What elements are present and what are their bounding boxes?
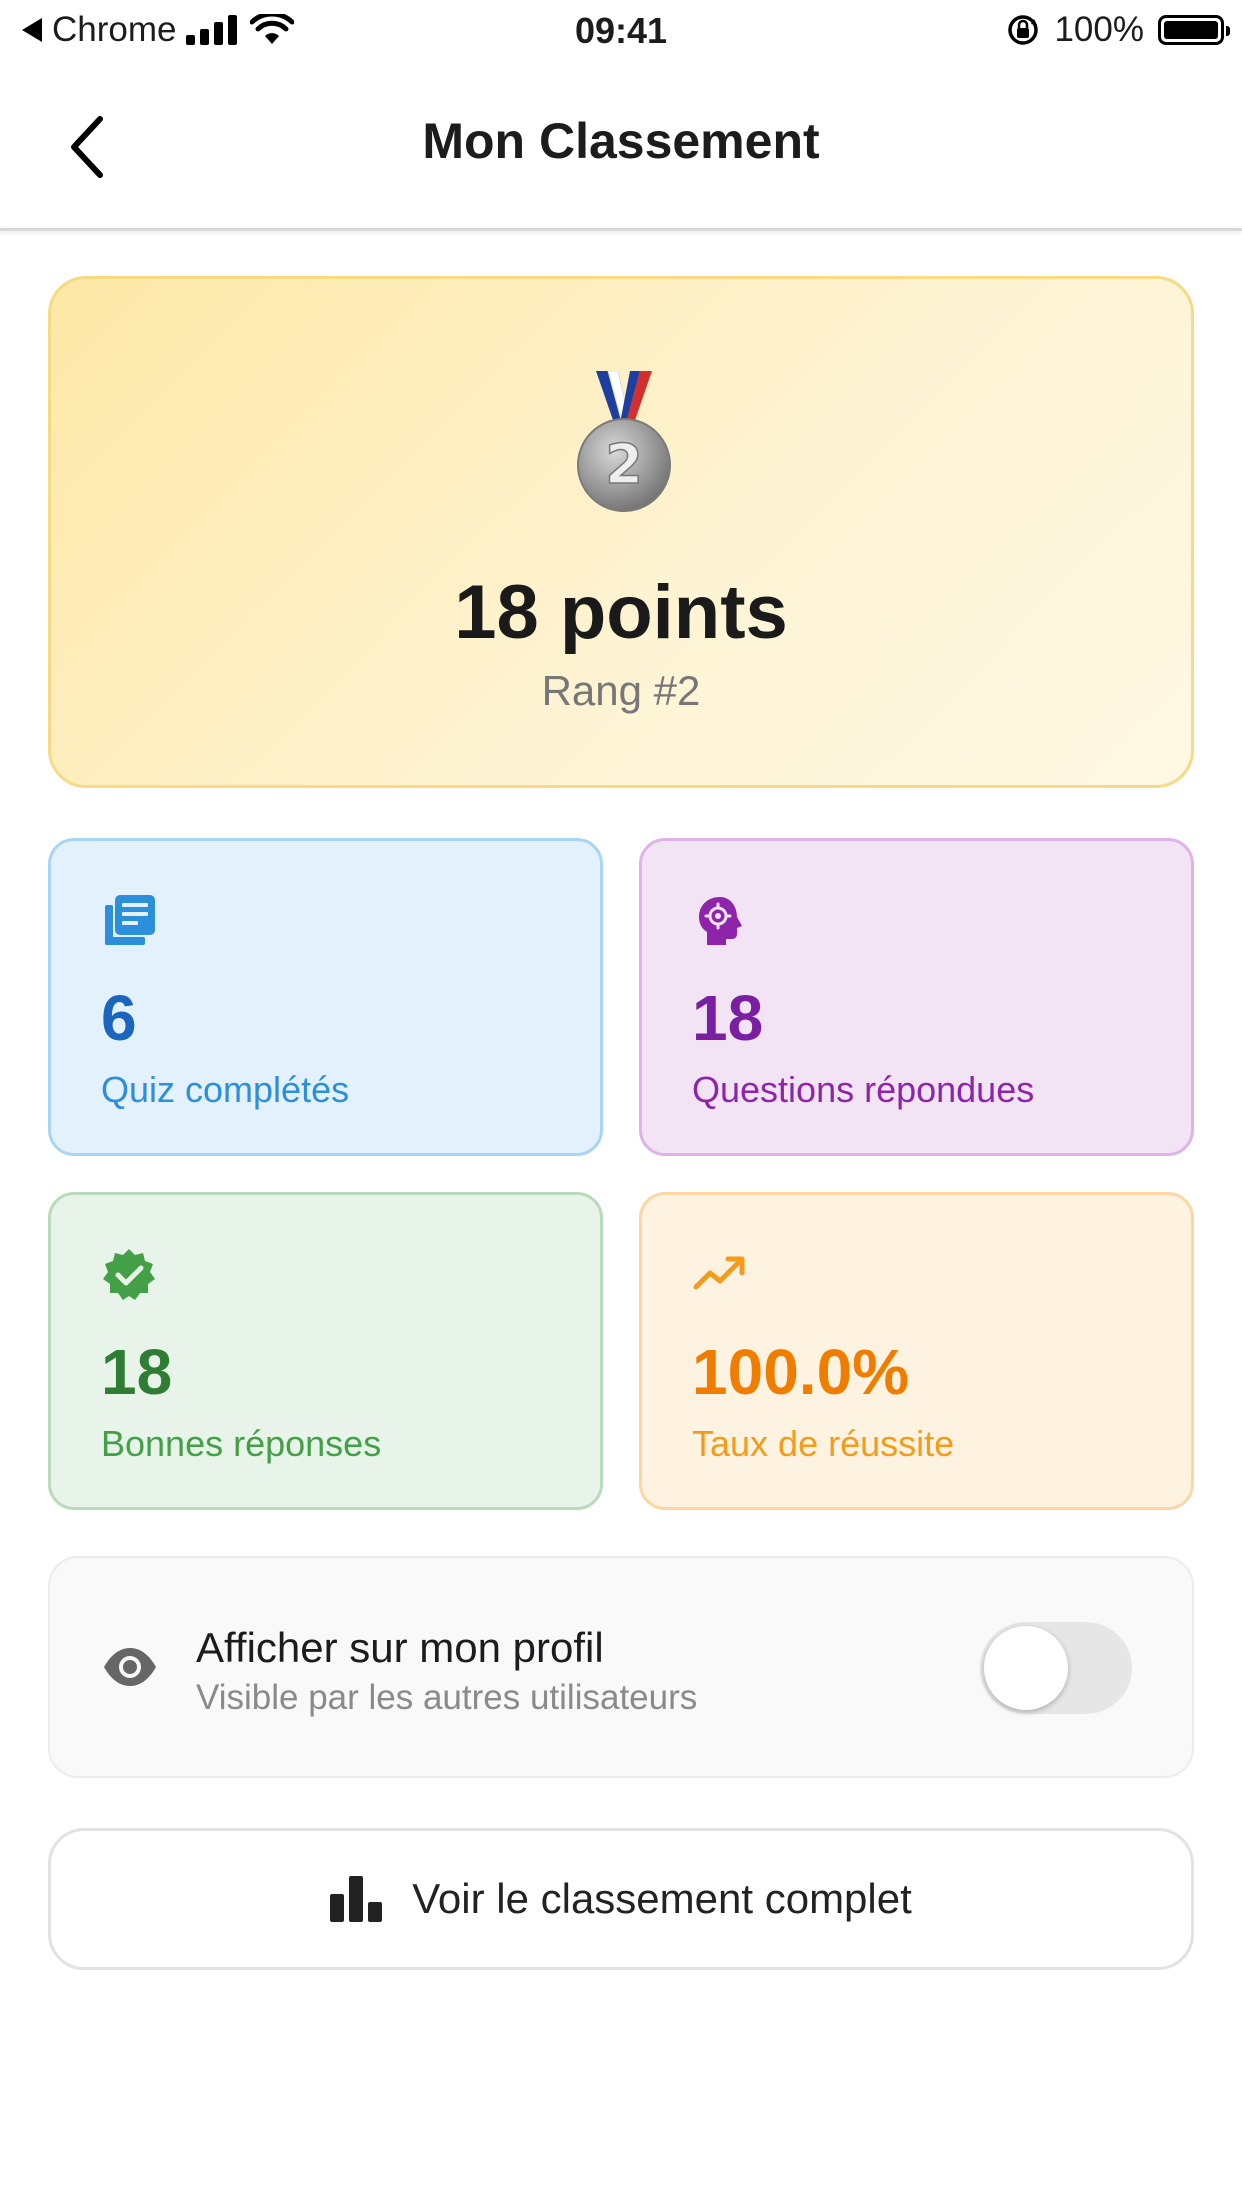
stat-card-success-rate: 100.0% Taux de réussite [639, 1192, 1194, 1510]
view-full-ranking-button[interactable]: Voir le classement complet [48, 1828, 1194, 1970]
rank-value: Rang #2 [541, 667, 701, 714]
quiz-library-icon [105, 895, 155, 945]
view-full-ranking-label: Voir le classement complet [412, 1875, 912, 1922]
questions-answered-label: Questions répondues [692, 1069, 1035, 1110]
status-bar: Chrome 09:41 100% [0, 0, 1242, 62]
bar-chart-icon [330, 1876, 383, 1922]
page-title: Mon Classement [422, 113, 820, 169]
psychology-head-icon [699, 897, 742, 945]
quiz-completed-label: Quiz complétés [101, 1069, 350, 1110]
toggle-knob [984, 1626, 1068, 1710]
battery-fill [1164, 21, 1218, 39]
profile-visibility-subtitle: Visible par les autres utilisateurs [196, 1678, 698, 1717]
silver-medal-icon: 2 [577, 371, 671, 512]
points-value: 18 points [454, 570, 788, 655]
eye-icon [104, 1648, 156, 1686]
stat-card-questions-answered: 18 Questions répondues [639, 838, 1194, 1156]
status-right-group: 100% [1006, 10, 1230, 50]
medal-number: 2 [605, 433, 643, 496]
quiz-completed-value: 6 [101, 982, 137, 1054]
correct-answers-value: 18 [101, 1336, 173, 1408]
profile-visibility-title: Afficher sur mon profil [196, 1624, 604, 1671]
orientation-lock-icon [1008, 15, 1039, 45]
profile-visibility-card: Afficher sur mon profil Visible par les … [48, 1556, 1194, 1778]
success-rate-label: Taux de réussite [692, 1423, 955, 1464]
rank-summary-card: 2 18 points Rang #2 [48, 276, 1194, 788]
stat-card-quiz-completed: 6 Quiz complétés [48, 838, 603, 1156]
verified-check-icon [103, 1249, 155, 1300]
success-rate-value: 100.0% [692, 1336, 910, 1408]
correct-answers-label: Bonnes réponses [101, 1423, 382, 1464]
battery-percentage: 100% [1054, 10, 1144, 49]
stat-card-correct-answers: 18 Bonnes réponses [48, 1192, 603, 1510]
questions-answered-value: 18 [692, 982, 764, 1054]
profile-visibility-toggle[interactable] [980, 1622, 1132, 1714]
battery-icon [1158, 15, 1230, 45]
app-header: Mon Classement [0, 62, 1242, 231]
trending-up-icon [693, 1256, 745, 1290]
